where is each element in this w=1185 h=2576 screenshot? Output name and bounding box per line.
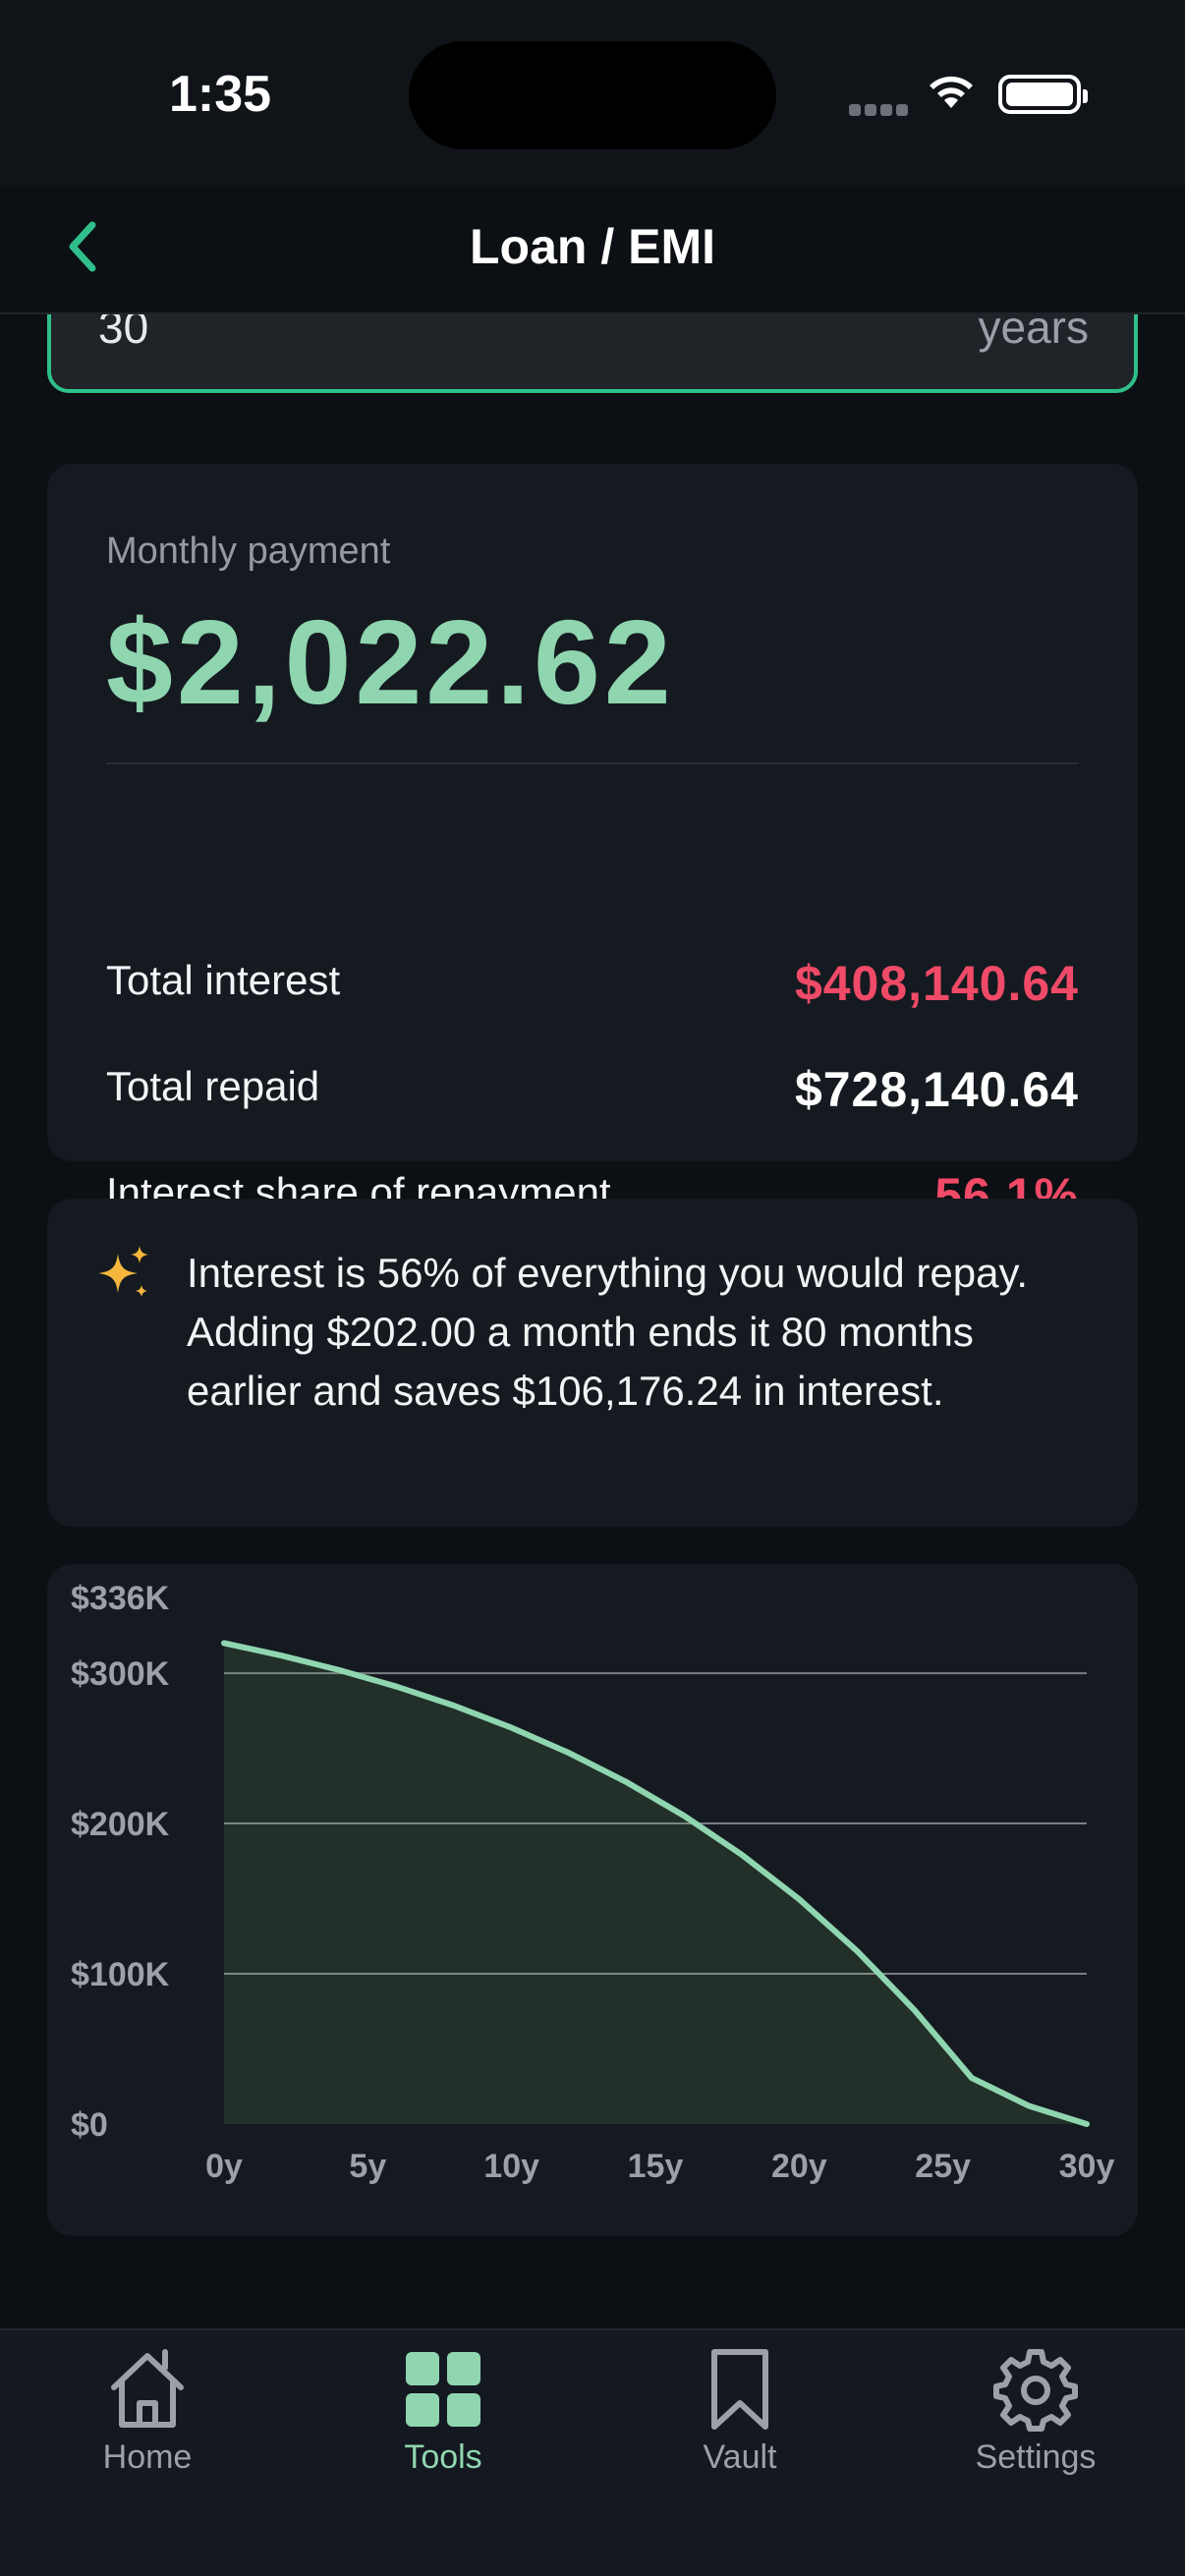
tab-home-label: Home <box>102 2438 193 2476</box>
balance-chart-svg: $336K $300K $200K $100K $0 0y 5y 10y 15y 20y 25y 30… <box>71 1580 1115 2185</box>
chart-y-tick-label: $100K <box>71 1956 170 1993</box>
total-repaid-value: $728,140.64 <box>794 1062 1079 1117</box>
divider <box>106 762 1079 764</box>
chart-x-tick-label: 25y <box>915 2148 971 2185</box>
cellular-signal-icon <box>849 104 908 116</box>
status-bar: 1:35 <box>0 0 1185 187</box>
battery-icon <box>998 75 1088 114</box>
status-time: 1:35 <box>169 66 272 123</box>
chart-x-tick-label: 20y <box>771 2148 827 2185</box>
monthly-payment-label: Monthly payment <box>106 531 391 572</box>
gear-icon <box>993 2349 1078 2432</box>
balance-chart: $336K $300K $200K $100K $0 0y 5y 10y 15y 20y 25y 30… <box>47 1564 1138 2236</box>
grid-icon <box>406 2352 480 2427</box>
chart-y-tick-label: $0 <box>71 2106 108 2144</box>
insight-card: Interest is 56% of everything you would … <box>47 1199 1138 1527</box>
tab-vault[interactable]: Vault <box>592 2338 887 2486</box>
loan-term-value[interactable]: 30 <box>98 314 148 354</box>
chart-x-tick-label: 30y <box>1059 2148 1115 2185</box>
scroll-content[interactable]: 30 years Monthly payment $2,022.62 Total… <box>0 314 1185 2328</box>
total-interest-value: $408,140.64 <box>794 956 1079 1011</box>
chart-area-fill <box>224 1643 1087 2124</box>
total-repaid-row: Total repaid $728,140.64 <box>106 1053 1079 1117</box>
tab-tools[interactable]: Tools <box>296 2338 591 2486</box>
total-interest-row: Total interest $408,140.64 <box>106 947 1079 1011</box>
tab-home[interactable]: Home <box>0 2338 295 2486</box>
tab-tools-label: Tools <box>404 2438 482 2476</box>
sparkles-icon <box>98 1246 148 1297</box>
loan-term-suffix: years <box>978 314 1089 353</box>
insight-text: Interest is 56% of everything you would … <box>187 1250 1029 1414</box>
chart-x-tick-label: 10y <box>483 2148 539 2185</box>
monthly-payment-value: $2,022.62 <box>106 595 675 729</box>
result-card: Monthly payment $2,022.62 Total interest… <box>47 464 1138 1223</box>
chart-x-tick-label: 15y <box>628 2148 684 2185</box>
bookmark-icon <box>711 2349 768 2430</box>
page-title: Loan / EMI <box>470 219 715 274</box>
chart-x-tick-label: 0y <box>205 2148 243 2185</box>
wifi-icon <box>930 76 973 108</box>
tab-bar: Home Tools Vault Settings <box>0 2328 1185 2576</box>
total-repaid-label: Total repaid <box>106 1063 320 1109</box>
chart-y-tick-label: $300K <box>71 1655 170 1693</box>
dynamic-island <box>409 41 776 149</box>
tab-vault-label: Vault <box>703 2438 777 2476</box>
tab-settings-label: Settings <box>975 2438 1097 2476</box>
tab-settings[interactable]: Settings <box>888 2338 1183 2486</box>
total-interest-label: Total interest <box>106 957 341 1003</box>
chart-y-tick-label: $200K <box>71 1806 170 1843</box>
chart-y-tick-label: $336K <box>71 1580 170 1617</box>
loan-term-field[interactable]: 30 years <box>47 314 1138 393</box>
home-icon <box>111 2349 184 2428</box>
chart-x-tick-label: 5y <box>349 2148 386 2185</box>
